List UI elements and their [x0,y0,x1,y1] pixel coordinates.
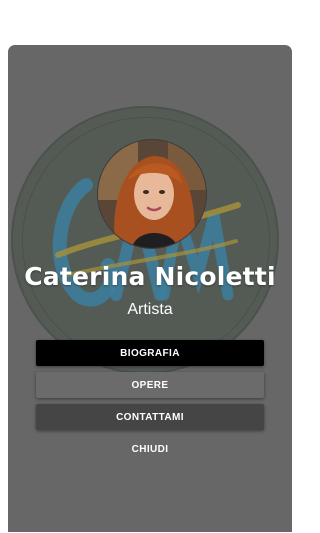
avatar [97,139,207,249]
works-button[interactable]: OPERE [36,372,264,398]
profile-card: Caterina Nicoletti Artista BIOGRAFIA OPE… [8,45,292,532]
profile-role: Artista [127,301,173,318]
avatar-photo [98,140,206,248]
profile-name: Caterina Nicoletti [24,262,276,291]
biography-button[interactable]: BIOGRAFIA [36,340,264,366]
close-button[interactable]: CHIUDI [36,436,264,462]
contact-button[interactable]: CONTATTAMI [36,404,264,430]
